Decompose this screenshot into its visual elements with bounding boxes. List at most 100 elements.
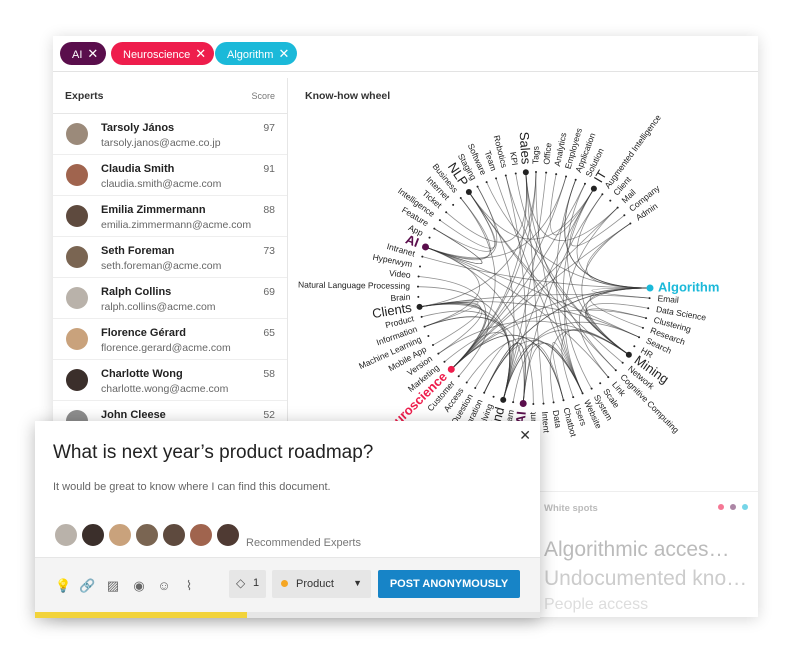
wheel-node[interactable] xyxy=(443,360,446,363)
wheel-node[interactable] xyxy=(495,177,498,180)
wheel-node[interactable] xyxy=(590,387,593,390)
wheel-node[interactable] xyxy=(532,402,535,405)
wheel-node[interactable] xyxy=(574,178,577,181)
wheel-node[interactable] xyxy=(633,345,636,348)
wheel-node[interactable] xyxy=(457,375,460,378)
category-select[interactable]: Product ▼ xyxy=(272,570,371,598)
wheel-node[interactable] xyxy=(492,395,495,398)
lightbulb-icon[interactable]: 💡 xyxy=(55,578,71,594)
expert-row[interactable]: Ralph Collins ralph.collins@acme.com 69 xyxy=(53,278,287,319)
wheel-node[interactable] xyxy=(445,211,448,214)
wheel-node[interactable] xyxy=(438,219,441,222)
wheel-node[interactable] xyxy=(485,181,488,184)
wheel-node[interactable] xyxy=(645,317,648,320)
wheel-node[interactable] xyxy=(625,351,632,358)
wheel-node[interactable] xyxy=(419,265,422,268)
wheel-node[interactable] xyxy=(421,255,424,258)
wheel-node[interactable] xyxy=(647,307,650,310)
wheel-node[interactable] xyxy=(590,185,597,192)
wheel-node[interactable] xyxy=(522,169,529,176)
wheel-label[interactable]: Tags xyxy=(530,146,540,164)
wheel-node[interactable] xyxy=(583,182,586,185)
wheel-node[interactable] xyxy=(599,382,602,385)
wheel-node[interactable] xyxy=(621,361,624,364)
wheel-label[interactable]: Intent xyxy=(540,411,552,434)
wheel-node[interactable] xyxy=(648,297,651,300)
question-body[interactable]: It would be great to know where I can fi… xyxy=(53,481,331,493)
wheel-node[interactable] xyxy=(609,199,612,202)
avatar[interactable] xyxy=(107,522,133,548)
wheel-node[interactable] xyxy=(629,222,632,225)
wheel-label[interactable]: Algorithm xyxy=(658,279,719,294)
emoji-icon[interactable]: ☺ xyxy=(156,578,172,594)
link-icon[interactable]: 🔗 xyxy=(79,578,95,594)
avatar[interactable] xyxy=(80,522,106,548)
wheel-node[interactable] xyxy=(534,171,537,174)
wheel-node[interactable] xyxy=(417,285,420,288)
wheel-label[interactable]: Email xyxy=(657,293,679,305)
wheel-node[interactable] xyxy=(483,391,486,394)
wheel-node[interactable] xyxy=(500,396,507,403)
wheel-node[interactable] xyxy=(452,203,455,206)
wheel-node[interactable] xyxy=(519,399,527,407)
expert-row[interactable]: Claudia Smith claudia.smith@acme.com 91 xyxy=(53,155,287,196)
expert-row[interactable]: Florence Gérard florence.gerard@acme.com 6… xyxy=(53,319,287,360)
close-icon[interactable]: ✕ xyxy=(195,46,206,61)
wheel-node[interactable] xyxy=(545,171,548,174)
white-spot-item[interactable]: Algorithmic acces… xyxy=(544,538,730,562)
wheel-node[interactable] xyxy=(459,197,462,200)
tag-ai[interactable]: AI ✕ xyxy=(60,42,107,65)
avatar[interactable] xyxy=(53,522,79,548)
wheel-node[interactable] xyxy=(417,295,420,298)
image-icon[interactable]: ▨ xyxy=(105,578,121,594)
expert-row[interactable]: Emilia Zimmermann emilia.zimmermann@acme.… xyxy=(53,196,287,237)
avatar[interactable] xyxy=(134,522,160,548)
wheel-node[interactable] xyxy=(572,396,575,399)
wheel-node[interactable] xyxy=(614,369,617,372)
wheel-node[interactable] xyxy=(476,185,479,188)
white-spot-item[interactable]: People access xyxy=(544,596,648,614)
wheel-node[interactable] xyxy=(437,352,440,355)
wheel-label[interactable]: Augmented Intelligence xyxy=(602,112,663,190)
wheel-node[interactable] xyxy=(465,381,468,384)
wheel-node[interactable] xyxy=(427,334,430,337)
wheel-node[interactable] xyxy=(514,172,517,175)
wheel-node[interactable] xyxy=(601,193,604,196)
wheel-node[interactable] xyxy=(641,326,644,329)
wheel-node[interactable] xyxy=(638,336,641,339)
tag-algorithm[interactable]: Algorithm ✕ xyxy=(215,42,298,65)
tag-count-button[interactable]: ◇ 1 xyxy=(229,570,266,598)
post-anonymously-button[interactable]: POST ANONYMOUSLY xyxy=(378,570,520,598)
wheel-node[interactable] xyxy=(465,188,472,195)
wheel-node[interactable] xyxy=(542,402,545,405)
wheel-label[interactable]: Brain xyxy=(390,292,411,304)
camera-icon[interactable]: ◉ xyxy=(131,578,147,594)
wheel-label[interactable]: Video xyxy=(389,268,412,280)
wheel-label[interactable]: Office xyxy=(541,142,553,165)
wheel-node[interactable] xyxy=(607,376,610,379)
wheel-node[interactable] xyxy=(646,284,654,292)
wheel-node[interactable] xyxy=(623,214,626,217)
wheel-node[interactable] xyxy=(581,392,584,395)
wheel-node[interactable] xyxy=(431,344,434,347)
wheel-label[interactable]: Natural Language Processing xyxy=(298,280,410,291)
avatar[interactable] xyxy=(215,522,241,548)
attachment-icon[interactable]: ⌇ xyxy=(181,578,197,594)
tag-neuroscience[interactable]: Neuroscience ✕ xyxy=(111,42,215,65)
expert-row[interactable]: Tarsoly János tarsoly.janos@acme.co.jp 97 xyxy=(53,114,287,155)
wheel-node[interactable] xyxy=(504,174,507,177)
wheel-node[interactable] xyxy=(474,387,477,390)
wheel-node[interactable] xyxy=(433,227,436,230)
wheel-node[interactable] xyxy=(420,315,423,318)
wheel-node[interactable] xyxy=(417,275,420,278)
wheel-node[interactable] xyxy=(552,401,555,404)
wheel-node[interactable] xyxy=(555,173,558,176)
question-title[interactable]: What is next year’s product roadmap? xyxy=(53,442,373,464)
wheel-node[interactable] xyxy=(416,303,423,310)
wheel-node[interactable] xyxy=(422,243,430,251)
expert-row[interactable]: Charlotte Wong charlotte.wong@acme.com 58 xyxy=(53,360,287,401)
wheel-node[interactable] xyxy=(562,399,565,402)
wheel-node[interactable] xyxy=(565,175,568,178)
wheel-label[interactable]: Data xyxy=(551,409,564,429)
white-spot-item[interactable]: Undocumented kno… xyxy=(544,567,747,591)
